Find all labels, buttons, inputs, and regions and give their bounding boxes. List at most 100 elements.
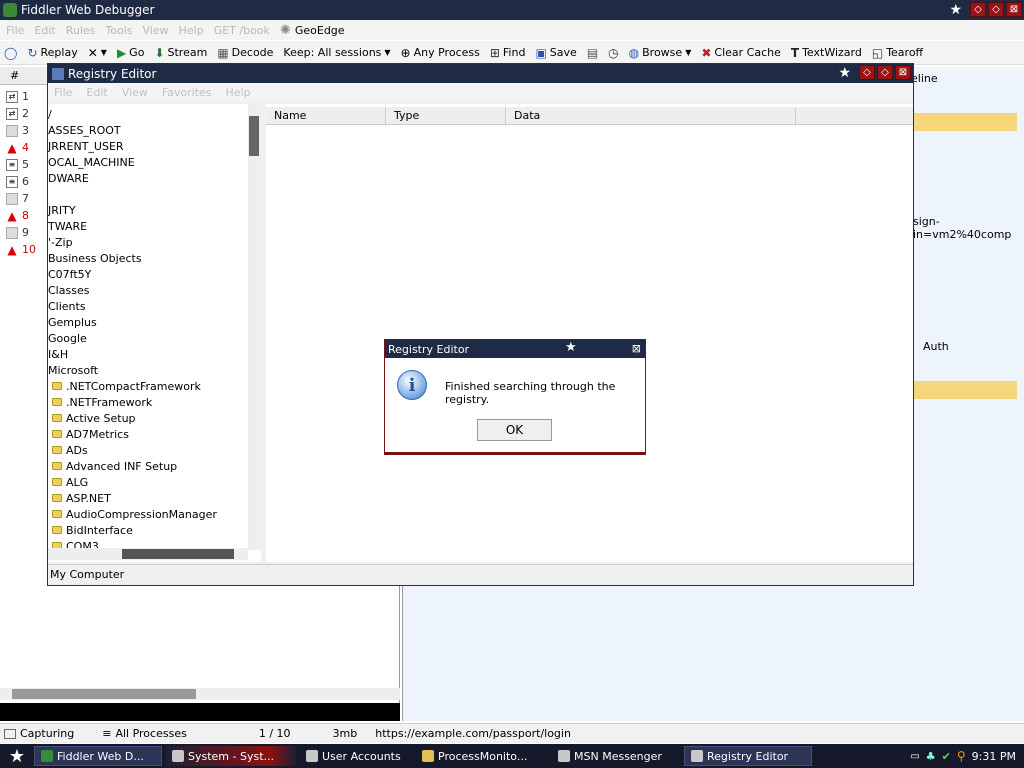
any-process-button[interactable]: ⊕ Any Process: [401, 46, 480, 60]
column-header-name[interactable]: Name: [266, 107, 386, 125]
tree-item[interactable]: JRITY: [48, 202, 76, 218]
close-button[interactable]: ⊠: [1006, 2, 1022, 17]
tree-folder-item[interactable]: ADs: [52, 442, 88, 458]
dialog-titlebar[interactable]: Registry Editor ★ ⊠: [385, 340, 645, 358]
session-row[interactable]: ▲ 10: [6, 241, 46, 258]
session-list-hscrollbar[interactable]: [0, 688, 400, 700]
message-dialog[interactable]: Registry Editor ★ ⊠ i Finished searching…: [384, 339, 646, 455]
menu-edit[interactable]: Edit: [34, 24, 55, 37]
taskbar-item-regedit[interactable]: Registry Editor: [684, 746, 812, 766]
star-icon[interactable]: ★: [949, 2, 962, 18]
tearoff-button[interactable]: ◱ Tearoff: [872, 46, 923, 60]
menu-help[interactable]: Help: [226, 86, 251, 99]
tree-item[interactable]: Microsoft: [48, 362, 98, 378]
shield-icon[interactable]: ✔: [942, 750, 951, 763]
tab-timeline[interactable]: eline: [911, 72, 938, 85]
tree-item[interactable]: Classes: [48, 282, 89, 298]
timer-button[interactable]: ◷: [608, 46, 618, 60]
tree-folder-item[interactable]: AD7Metrics: [52, 426, 129, 442]
tree-hscrollbar[interactable]: [48, 548, 248, 560]
minimize-button[interactable]: ◇: [970, 2, 986, 17]
minimize-button[interactable]: ◇: [859, 65, 875, 80]
tree-folder-item[interactable]: Active Setup: [52, 410, 136, 426]
star-icon[interactable]: ★: [565, 340, 577, 355]
menu-help[interactable]: Help: [179, 24, 204, 37]
column-header-data[interactable]: Data: [506, 107, 796, 125]
keep-sessions-dropdown[interactable]: Keep: All sessions ▼: [283, 46, 390, 59]
menu-view[interactable]: View: [143, 24, 169, 37]
menu-file[interactable]: File: [54, 86, 72, 99]
menu-file[interactable]: File: [6, 24, 24, 37]
fiddler-titlebar[interactable]: Fiddler Web Debugger ★ ◇ ◇ ⊠: [0, 0, 1024, 20]
menu-view[interactable]: View: [122, 86, 148, 99]
column-header-type[interactable]: Type: [386, 107, 506, 125]
taskbar-item-system[interactable]: System - Syst...: [166, 746, 296, 766]
session-row[interactable]: ≡ 5: [6, 156, 46, 173]
tree-item[interactable]: /: [48, 106, 52, 122]
taskbar-item-fiddler[interactable]: Fiddler Web D...: [34, 746, 162, 766]
tree-item[interactable]: JRRENT_USER: [48, 138, 124, 154]
network-icon[interactable]: ♣: [926, 750, 936, 763]
session-row[interactable]: ⇄ 1: [6, 88, 46, 105]
tab-auth[interactable]: Auth: [923, 340, 949, 353]
tree-item[interactable]: C07ft5Y: [48, 266, 91, 282]
session-row[interactable]: ▲ 4: [6, 139, 46, 156]
ok-button[interactable]: OK: [477, 419, 552, 441]
registry-values-list[interactable]: Name Type Data: [266, 104, 913, 562]
close-icon[interactable]: ⊠: [632, 342, 641, 355]
tree-folder-item[interactable]: .NETFramework: [52, 394, 152, 410]
tree-folder-item[interactable]: BidInterface: [52, 522, 133, 538]
taskbar-item-processmonitor[interactable]: ProcessMonito...: [416, 746, 548, 766]
quickexec-bar[interactable]: [0, 703, 400, 721]
tree-folder-item[interactable]: AudioCompressionManager: [52, 506, 217, 522]
tree-folder-item[interactable]: ALG: [52, 474, 88, 490]
search-icon[interactable]: ⚲: [957, 749, 966, 763]
tree-item[interactable]: ASSES_ROOT: [48, 122, 121, 138]
keyboard-icon[interactable]: ▭: [910, 751, 919, 762]
close-button[interactable]: ⊠: [895, 65, 911, 80]
menu-favorites[interactable]: Favorites: [162, 86, 212, 99]
menu-edit[interactable]: Edit: [86, 86, 107, 99]
decode-button[interactable]: ▦ Decode: [217, 46, 273, 60]
geoedge-menu[interactable]: ✺ GeoEdge: [280, 23, 345, 38]
regedit-titlebar[interactable]: Registry Editor ★ ◇ ◇ ⊠: [48, 64, 913, 83]
menu-rules[interactable]: Rules: [66, 24, 96, 37]
tree-item[interactable]: I&H: [48, 346, 68, 362]
textwizard-button[interactable]: T TextWizard: [791, 46, 862, 60]
menu-tools[interactable]: Tools: [105, 24, 132, 37]
star-icon[interactable]: ★: [838, 65, 851, 81]
camera-button[interactable]: ▤: [587, 46, 598, 60]
clock[interactable]: 9:31 PM: [972, 750, 1016, 763]
tree-item[interactable]: Google: [48, 330, 87, 346]
replay-button[interactable]: ↻ Replay: [27, 46, 77, 60]
comment-button[interactable]: ◯: [4, 46, 17, 60]
find-button[interactable]: ⊞ Find: [490, 46, 526, 60]
browse-button[interactable]: ◍ Browse ▼: [629, 46, 692, 60]
regedit-window[interactable]: Registry Editor ★ ◇ ◇ ⊠ File Edit View F…: [47, 63, 914, 586]
tree-item[interactable]: Gemplus: [48, 314, 97, 330]
taskbar-item-msn[interactable]: MSN Messenger: [552, 746, 680, 766]
maximize-button[interactable]: ◇: [988, 2, 1004, 17]
menu-getbook[interactable]: GET /book: [214, 24, 270, 37]
session-row[interactable]: 3: [6, 122, 46, 139]
tree-folder-item[interactable]: ASP.NET: [52, 490, 111, 506]
taskbar-item-user-accounts[interactable]: User Accounts: [300, 746, 412, 766]
stream-button[interactable]: ⬇ Stream: [154, 46, 207, 60]
tree-item[interactable]: '-Zip: [48, 234, 73, 250]
clear-cache-button[interactable]: ✖ Clear Cache: [701, 46, 781, 60]
session-row[interactable]: ▲ 8: [6, 207, 46, 224]
session-row[interactable]: 9: [6, 224, 46, 241]
tree-item[interactable]: Business Objects: [48, 250, 142, 266]
tree-item[interactable]: OCAL_MACHINE: [48, 154, 135, 170]
go-button[interactable]: ▶ Go: [117, 46, 145, 60]
tree-folder-item[interactable]: .NETCompactFramework: [52, 378, 201, 394]
save-button[interactable]: ▣ Save: [535, 46, 576, 60]
tree-item[interactable]: Clients: [48, 298, 86, 314]
session-row[interactable]: ⇄ 2: [6, 105, 46, 122]
process-filter[interactable]: ≡ All Processes: [86, 727, 199, 740]
scroll-thumb[interactable]: [12, 689, 196, 699]
session-column-header[interactable]: #: [0, 67, 48, 85]
tree-folder-item[interactable]: Advanced INF Setup: [52, 458, 177, 474]
capturing-indicator[interactable]: Capturing: [0, 727, 86, 740]
maximize-button[interactable]: ◇: [877, 65, 893, 80]
